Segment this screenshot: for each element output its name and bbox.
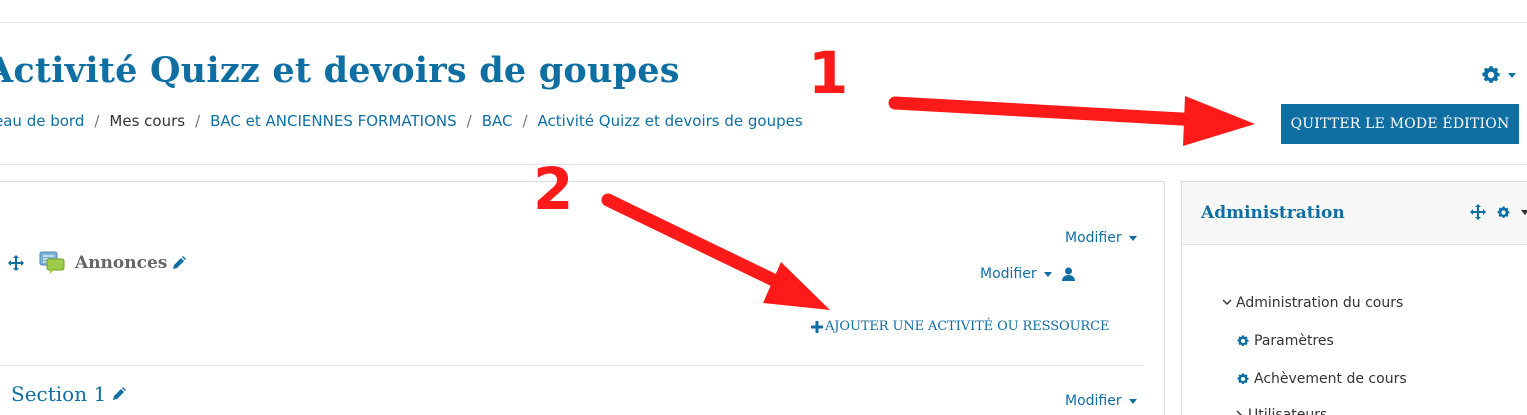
- breadcrumb-dashboard[interactable]: eau de bord: [0, 112, 84, 130]
- gear-icon[interactable]: [1496, 205, 1511, 220]
- tree-item-label: Paramètres: [1254, 333, 1334, 349]
- tree-item-label: Utilisateurs: [1248, 407, 1328, 415]
- move-icon[interactable]: [1470, 204, 1486, 220]
- arrow-to-quit-button: [888, 96, 1255, 146]
- user-icon[interactable]: [1061, 267, 1075, 281]
- add-activity-button[interactable]: AJOUTER UNE ACTIVITÉ OU RESSOURCE: [811, 319, 1109, 334]
- announcements-link[interactable]: Annonces: [75, 253, 167, 273]
- tree-item-label: Achèvement de cours: [1254, 371, 1407, 387]
- edit-menu-section-1[interactable]: Modifier: [1065, 393, 1137, 409]
- section-1-label: Section 1: [11, 382, 107, 406]
- pencil-icon[interactable]: [172, 256, 187, 270]
- forum-icon: [39, 251, 65, 274]
- tree-item-settings[interactable]: Paramètres: [1236, 333, 1334, 349]
- activity-announcements: Annonces: [8, 251, 187, 275]
- chevron-down-icon: [1128, 235, 1137, 241]
- annotation-step-2: 2: [533, 155, 574, 223]
- chevron-down-icon: [1521, 209, 1527, 215]
- header-divider: [0, 164, 1527, 165]
- tree-item-completion[interactable]: Achèvement de cours: [1236, 371, 1407, 387]
- move-icon[interactable]: [8, 255, 24, 271]
- tree-item-label: Administration du cours: [1236, 295, 1404, 311]
- gear-icon: [1482, 66, 1500, 83]
- chevron-down-icon: [1043, 271, 1052, 277]
- section-1-title: Section 1: [11, 382, 127, 406]
- edit-menu-announcements[interactable]: Modifier: [1065, 230, 1137, 246]
- breadcrumb-bac-formations[interactable]: BAC et ANCIENNES FORMATIONS: [210, 112, 457, 130]
- add-activity-label: AJOUTER UNE ACTIVITÉ OU RESSOURCE: [825, 319, 1110, 334]
- section-divider: [0, 365, 1144, 366]
- plus-icon: [811, 320, 823, 333]
- edit-menu-label: Modifier: [980, 266, 1037, 282]
- chevron-right-icon: [1236, 410, 1244, 415]
- breadcrumb-course[interactable]: Activité Quizz et devoirs de goupes: [538, 112, 803, 130]
- tree-item-course-admin[interactable]: Administration du cours: [1222, 295, 1403, 311]
- tree-item-users[interactable]: Utilisateurs: [1236, 407, 1327, 415]
- quit-edit-mode-button[interactable]: QUITTER LE MODE ÉDITION: [1281, 104, 1519, 144]
- administration-header: Administration: [1182, 182, 1527, 245]
- edit-menu-label: Modifier: [1065, 230, 1122, 246]
- course-content-panel: [0, 181, 1165, 415]
- edit-menu-label: Modifier: [1065, 393, 1122, 409]
- page-title: Activité Quizz et devoirs de goupes: [0, 50, 680, 91]
- annotation-step-1: 1: [808, 39, 849, 107]
- administration-title: Administration: [1201, 203, 1345, 223]
- chevron-down-icon: [1508, 72, 1516, 78]
- gear-icon: [1236, 334, 1250, 348]
- gear-icon: [1236, 372, 1250, 386]
- breadcrumb: eau de bord / Mes cours / BAC et ANCIENNES F…: [0, 112, 803, 130]
- administration-block: Administration Administration du cours P…: [1181, 181, 1527, 415]
- course-settings-menu[interactable]: [1480, 62, 1520, 88]
- administration-controls: [1470, 204, 1527, 220]
- breadcrumb-bac[interactable]: BAC: [482, 112, 513, 130]
- chevron-down-icon: [1128, 398, 1137, 404]
- chevron-down-icon: [1222, 299, 1232, 307]
- pencil-icon[interactable]: [112, 387, 127, 401]
- edit-menu-announcements-activity[interactable]: Modifier: [980, 266, 1075, 282]
- top-divider: [0, 22, 1527, 23]
- breadcrumb-my-courses: Mes cours: [109, 112, 186, 130]
